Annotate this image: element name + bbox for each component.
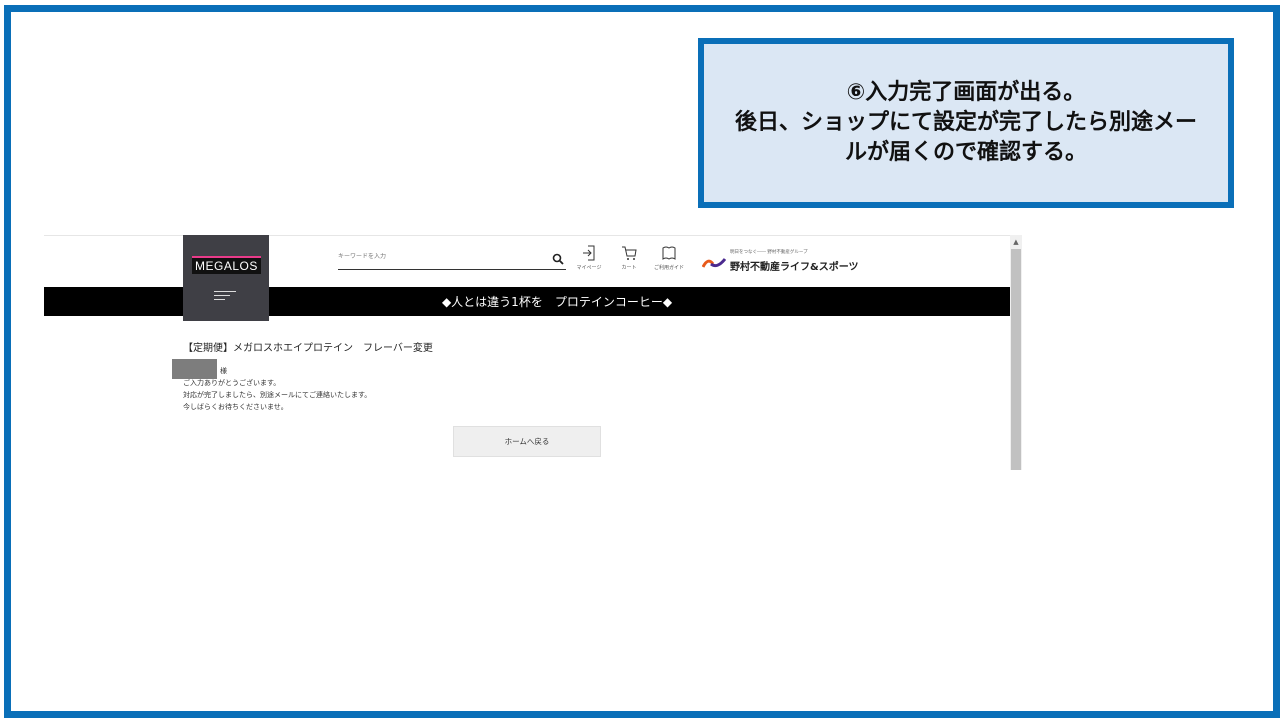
callout-text: ⑥入力完了画面が出る。 後日、ショップにて設定が完了したら別途メー ルが届くので… xyxy=(716,78,1216,168)
callout-line-2: 後日、ショップにて設定が完了したら別途メー xyxy=(734,110,1197,135)
header-cart[interactable]: カート xyxy=(611,245,647,271)
redacted-name xyxy=(172,359,217,379)
back-to-home-button[interactable]: ホームへ戻る xyxy=(453,426,601,457)
page-title: 【定期便】メガロスホエイプロテイン フレーバー変更 xyxy=(183,343,433,354)
cart-icon xyxy=(622,246,637,260)
instruction-callout: ⑥入力完了画面が出る。 後日、ショップにて設定が完了したら別途メー ルが届くので… xyxy=(698,38,1234,208)
guide-icon xyxy=(662,246,676,260)
site-logo-panel[interactable]: MEGALOS xyxy=(183,235,269,321)
scroll-up-arrow-icon[interactable]: ▲ xyxy=(1010,236,1022,248)
honorific: 様 xyxy=(220,367,227,375)
page-scrollbar[interactable]: ▲ xyxy=(1010,235,1022,470)
callout-line-1: ⑥入力完了画面が出る。 xyxy=(846,80,1086,105)
header-guide[interactable]: ご利用ガイド xyxy=(651,245,687,271)
guide-label: ご利用ガイド xyxy=(653,265,684,271)
brand-logo-icon xyxy=(702,258,726,268)
brand-tagline: 明日をつなぐ―― 野村不動産グループ xyxy=(730,250,808,255)
hamburger-menu-icon[interactable] xyxy=(214,291,236,300)
mypage-label: マイページ xyxy=(576,265,602,271)
search-bar xyxy=(338,249,566,270)
header-mypage[interactable]: マイページ xyxy=(571,245,607,271)
cart-label: カート xyxy=(621,265,637,271)
message-line-1: ご入力ありがとうございます。 xyxy=(183,379,281,387)
banner-text: ◆人とは違う1杯を プロテインコーヒー◆ xyxy=(441,295,673,309)
site-logo[interactable]: MEGALOS xyxy=(192,256,261,274)
callout-line-3: ルが届くので確認する。 xyxy=(844,140,1087,165)
search-icon[interactable] xyxy=(552,253,564,265)
message-line-2: 対応が完了しましたら、別途メールにてご連絡いたします。 xyxy=(183,391,372,399)
website-screenshot: MEGALOS マイページ カート ご利用ガイド 明日をつなぐ―― 野村不動産グ xyxy=(44,235,1022,470)
search-input[interactable] xyxy=(338,253,538,260)
brand-name: 野村不動産ライフ&スポーツ xyxy=(730,262,859,273)
scroll-thumb[interactable] xyxy=(1011,249,1021,470)
message-line-3: 今しばらくお待ちくださいませ。 xyxy=(183,403,288,411)
login-icon xyxy=(583,245,595,261)
